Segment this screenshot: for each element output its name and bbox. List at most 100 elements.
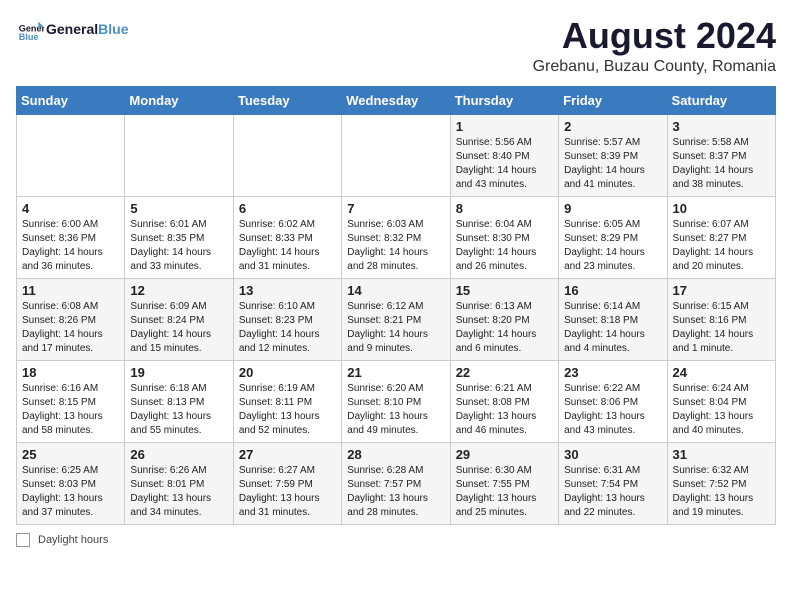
calendar-cell: 23 Sunrise: 6:22 AMSunset: 8:06 PMDayligh… [559,360,667,442]
day-info: Sunrise: 6:22 AMSunset: 8:06 PMDaylight:… [564,382,661,438]
day-info: Sunrise: 6:31 AMSunset: 7:54 PMDaylight:… [564,464,661,520]
day-number: 6 [239,201,336,216]
day-number: 16 [564,283,661,298]
title-block: August 2024 Grebanu, Buzau County, Roman… [533,16,776,76]
day-number: 7 [347,201,444,216]
calendar-day-header: Thursday [450,86,558,114]
day-info: Sunrise: 6:10 AMSunset: 8:23 PMDaylight:… [239,300,336,356]
calendar-cell: 14 Sunrise: 6:12 AMSunset: 8:21 PMDayligh… [342,278,450,360]
logo-icon: General Blue [16,16,44,44]
day-number: 18 [22,365,119,380]
calendar-cell: 31Sunrise: 6:32 AMSunset: 7:52 PMDayligh… [667,442,775,524]
svg-text:Blue: Blue [19,32,39,42]
day-info: Sunrise: 6:15 AMSunset: 8:16 PMDaylight:… [673,300,770,356]
calendar-cell [233,114,341,196]
calendar-cell: 24Sunrise: 6:24 AMSunset: 8:04 PMDayligh… [667,360,775,442]
day-info: Sunrise: 6:18 AMSunset: 8:13 PMDaylight:… [130,382,227,438]
day-info: Sunrise: 5:56 AMSunset: 8:40 PMDaylight:… [456,136,553,192]
day-number: 2 [564,119,661,134]
calendar-day-header: Friday [559,86,667,114]
day-number: 26 [130,447,227,462]
day-number: 17 [673,283,770,298]
calendar-cell: 5Sunrise: 6:01 AMSunset: 8:35 PMDaylight… [125,196,233,278]
calendar-week-row: 18 Sunrise: 6:16 AMSunset: 8:15 PMDayligh… [17,360,776,442]
daylight-box [16,533,30,547]
calendar-day-header: Tuesday [233,86,341,114]
day-number: 14 [347,283,444,298]
calendar-cell: 18 Sunrise: 6:16 AMSunset: 8:15 PMDayligh… [17,360,125,442]
day-info: Sunrise: 6:28 AMSunset: 7:57 PMDaylight:… [347,464,444,520]
day-number: 30 [564,447,661,462]
day-info: Sunrise: 6:03 AMSunset: 8:32 PMDaylight:… [347,218,444,274]
calendar-cell: 16 Sunrise: 6:14 AMSunset: 8:18 PMDayligh… [559,278,667,360]
day-number: 22 [456,365,553,380]
day-number: 4 [22,201,119,216]
day-number: 3 [673,119,770,134]
calendar-week-row: 4 Sunrise: 6:00 AMSunset: 8:36 PMDaylight… [17,196,776,278]
day-info: Sunrise: 5:57 AMSunset: 8:39 PMDaylight:… [564,136,661,192]
calendar-header-row: SundayMondayTuesdayWednesdayThursdayFrid… [17,86,776,114]
calendar-cell: 4 Sunrise: 6:00 AMSunset: 8:36 PMDaylight… [17,196,125,278]
calendar-day-header: Wednesday [342,86,450,114]
calendar-cell: 2 Sunrise: 5:57 AMSunset: 8:39 PMDaylight… [559,114,667,196]
calendar-cell [125,114,233,196]
day-info: Sunrise: 6:26 AMSunset: 8:01 PMDaylight:… [130,464,227,520]
day-info: Sunrise: 6:27 AMSunset: 7:59 PMDaylight:… [239,464,336,520]
calendar-cell: 6 Sunrise: 6:02 AMSunset: 8:33 PMDaylight… [233,196,341,278]
daylight-label: Daylight hours [38,534,108,546]
calendar-cell: 22 Sunrise: 6:21 AMSunset: 8:08 PMDayligh… [450,360,558,442]
day-info: Sunrise: 6:00 AMSunset: 8:36 PMDaylight:… [22,218,119,274]
day-info: Sunrise: 5:58 AMSunset: 8:37 PMDaylight:… [673,136,770,192]
day-number: 13 [239,283,336,298]
day-info: Sunrise: 6:05 AMSunset: 8:29 PMDaylight:… [564,218,661,274]
day-info: Sunrise: 6:04 AMSunset: 8:30 PMDaylight:… [456,218,553,274]
day-number: 20 [239,365,336,380]
day-info: Sunrise: 6:21 AMSunset: 8:08 PMDaylight:… [456,382,553,438]
calendar-cell: 1Sunrise: 5:56 AMSunset: 8:40 PMDaylight… [450,114,558,196]
calendar-cell: 20Sunrise: 6:19 AMSunset: 8:11 PMDayligh… [233,360,341,442]
day-number: 12 [130,283,227,298]
calendar-day-header: Sunday [17,86,125,114]
day-number: 24 [673,365,770,380]
calendar-week-row: 1Sunrise: 5:56 AMSunset: 8:40 PMDaylight… [17,114,776,196]
calendar-cell: 12 Sunrise: 6:09 AMSunset: 8:24 PMDayligh… [125,278,233,360]
day-info: Sunrise: 6:30 AMSunset: 7:55 PMDaylight:… [456,464,553,520]
day-info: Sunrise: 6:09 AMSunset: 8:24 PMDaylight:… [130,300,227,356]
calendar-cell: 7 Sunrise: 6:03 AMSunset: 8:32 PMDaylight… [342,196,450,278]
calendar-cell: 11 Sunrise: 6:08 AMSunset: 8:26 PMDayligh… [17,278,125,360]
calendar-cell: 9 Sunrise: 6:05 AMSunset: 8:29 PMDaylight… [559,196,667,278]
day-info: Sunrise: 6:07 AMSunset: 8:27 PMDaylight:… [673,218,770,274]
day-number: 19 [130,365,227,380]
day-info: Sunrise: 6:02 AMSunset: 8:33 PMDaylight:… [239,218,336,274]
day-number: 25 [22,447,119,462]
calendar-cell: 19 Sunrise: 6:18 AMSunset: 8:13 PMDayligh… [125,360,233,442]
day-number: 23 [564,365,661,380]
calendar-cell: 21Sunrise: 6:20 AMSunset: 8:10 PMDayligh… [342,360,450,442]
day-info: Sunrise: 6:25 AMSunset: 8:03 PMDaylight:… [22,464,119,520]
logo-blue: Blue [98,21,128,37]
month-year-title: August 2024 [533,16,776,56]
day-info: Sunrise: 6:32 AMSunset: 7:52 PMDaylight:… [673,464,770,520]
day-number: 15 [456,283,553,298]
day-info: Sunrise: 6:14 AMSunset: 8:18 PMDaylight:… [564,300,661,356]
calendar-cell [342,114,450,196]
calendar-cell: 3 Sunrise: 5:58 AMSunset: 8:37 PMDaylight… [667,114,775,196]
calendar-cell: 8 Sunrise: 6:04 AMSunset: 8:30 PMDaylight… [450,196,558,278]
day-number: 8 [456,201,553,216]
day-info: Sunrise: 6:01 AMSunset: 8:35 PMDaylight:… [130,218,227,274]
day-info: Sunrise: 6:08 AMSunset: 8:26 PMDaylight:… [22,300,119,356]
day-info: Sunrise: 6:12 AMSunset: 8:21 PMDaylight:… [347,300,444,356]
calendar-day-header: Saturday [667,86,775,114]
logo: General Blue GeneralBlue [16,16,128,44]
calendar-table: SundayMondayTuesdayWednesdayThursdayFrid… [16,86,776,525]
day-number: 11 [22,283,119,298]
logo-general: General [46,21,98,37]
day-number: 29 [456,447,553,462]
day-number: 10 [673,201,770,216]
calendar-day-header: Monday [125,86,233,114]
calendar-cell: 13 Sunrise: 6:10 AMSunset: 8:23 PMDayligh… [233,278,341,360]
day-info: Sunrise: 6:16 AMSunset: 8:15 PMDaylight:… [22,382,119,438]
calendar-cell: 27Sunrise: 6:27 AMSunset: 7:59 PMDayligh… [233,442,341,524]
calendar-cell: 15Sunrise: 6:13 AMSunset: 8:20 PMDayligh… [450,278,558,360]
day-number: 9 [564,201,661,216]
